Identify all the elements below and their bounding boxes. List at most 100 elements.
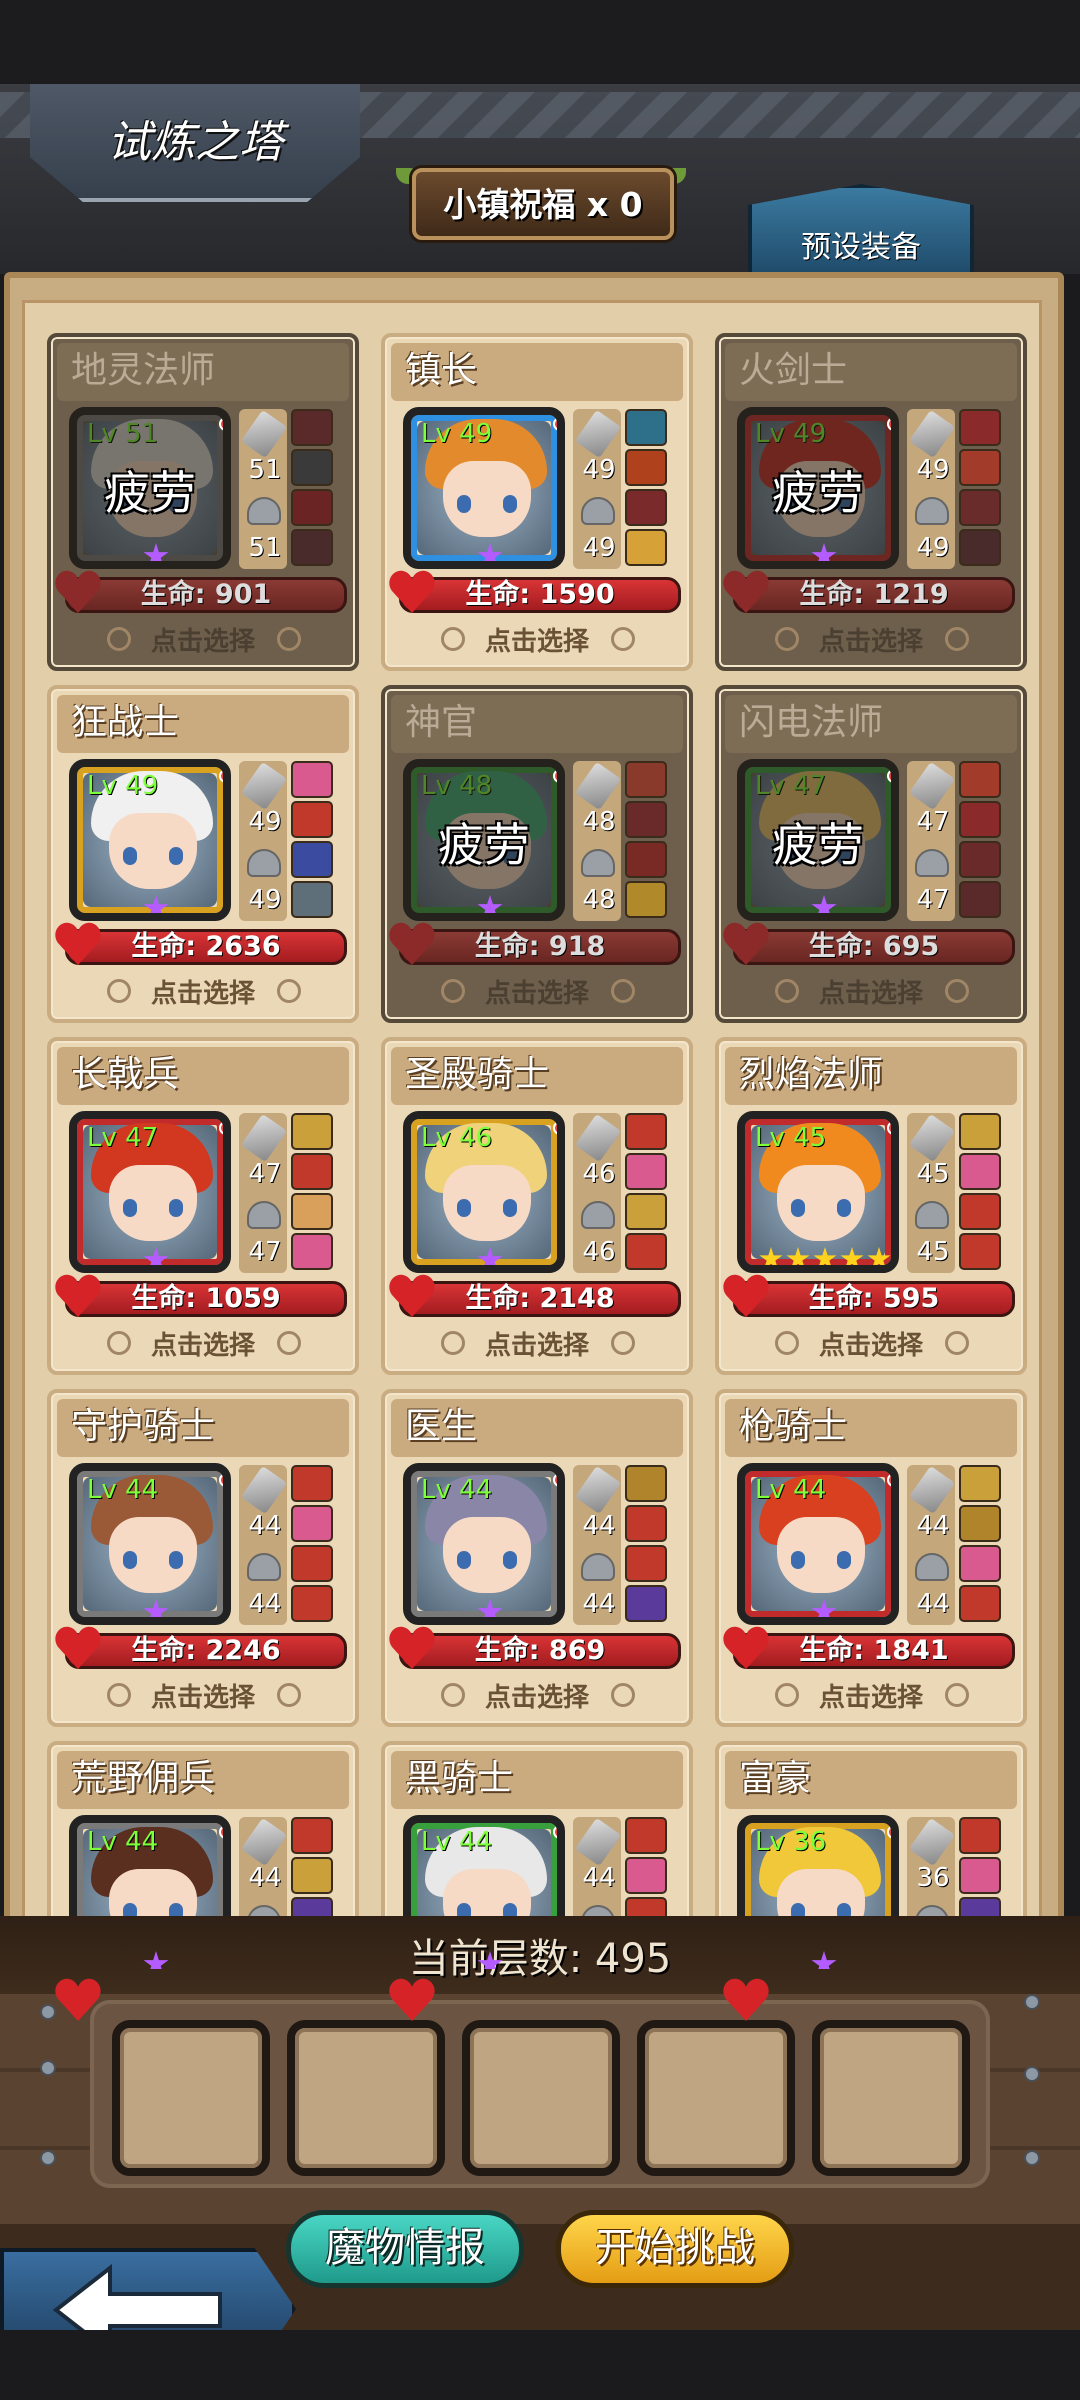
notification-dot (887, 1121, 891, 1135)
equipment-item-icon (959, 1233, 1001, 1270)
hero-card[interactable]: 火剑士Lv 49疲劳4949生命: 1219点击选择 (715, 333, 1027, 671)
weapon-level: 44 (248, 1863, 282, 1893)
equipment-item-icon (291, 1113, 333, 1150)
weapon-level: 49 (582, 455, 616, 485)
equipment-item-icon (625, 1193, 667, 1230)
notification-dot (219, 1473, 223, 1487)
select-label[interactable]: 点击选择 (719, 1677, 1023, 1714)
hero-card[interactable]: 圣殿骑士 Lv 46 46 46 生命: 2148 点击选择 (381, 1037, 693, 1375)
select-label[interactable]: 点击选择 (51, 621, 355, 658)
select-label[interactable]: 点击选择 (51, 1325, 355, 1362)
weapon-level: 44 (582, 1511, 616, 1541)
equipment-item-icon (625, 1857, 667, 1894)
select-circle-icon (277, 1683, 301, 1707)
hero-card[interactable]: 长戟兵 Lv 47 47 47 生命: 1059 点击选择 (47, 1037, 359, 1375)
weapon-level: 49 (248, 807, 282, 837)
notification-dot (219, 769, 223, 783)
equipment-item-icon (625, 841, 667, 878)
current-floor: 当前层数: 495 (408, 1936, 672, 1982)
hero-name: 神官 (391, 695, 683, 753)
equipment-items (625, 761, 669, 918)
equipment-item-icon (959, 489, 1001, 526)
hero-card[interactable]: 烈焰法师 Lv 45 45 45 生命: 595 点击选择 (715, 1037, 1027, 1375)
equipment-item-icon (959, 761, 1001, 798)
monster-info-button[interactable]: 魔物情报 (286, 2210, 524, 2288)
weapon-level: 44 (248, 1511, 282, 1541)
hero-card[interactable]: 守护骑士 Lv 44 44 44 生命: 2246 点击选择 (47, 1389, 359, 1727)
hero-eye (169, 847, 183, 865)
hero-card[interactable]: 狂战士 Lv 49 49 49 生命: 2636 点击选择 (47, 685, 359, 1023)
select-circle-icon (611, 1331, 635, 1355)
hero-eye (503, 495, 517, 513)
armor-level: 47 (248, 1237, 282, 1267)
hero-card[interactable]: 神官Lv 48疲劳4848生命: 918点击选择 (381, 685, 693, 1023)
notification-dot (887, 1825, 891, 1839)
select-label[interactable]: 点击选择 (385, 973, 689, 1010)
armor-level: 44 (248, 1589, 282, 1619)
hero-eye (503, 1199, 517, 1217)
hero-eye (837, 1199, 851, 1217)
notification-dot (553, 1473, 557, 1487)
rivet-icon (1024, 1994, 1040, 2010)
hero-level: Lv 49 (87, 771, 159, 801)
hero-eye (837, 1551, 851, 1569)
hero-face (443, 1517, 531, 1593)
select-label[interactable]: 点击选择 (385, 1677, 689, 1714)
equipment-item-icon (291, 1193, 333, 1230)
team-slot-3[interactable] (462, 2020, 620, 2176)
hp-bar: 生命: 2148 (399, 1281, 681, 1317)
armor-level: 49 (248, 885, 282, 915)
select-label[interactable]: 点击选择 (51, 973, 355, 1010)
hero-level: Lv 44 (421, 1475, 493, 1505)
equipment-items (291, 761, 335, 918)
equipment-item-icon (291, 1857, 333, 1894)
hero-portrait: Lv 44 (403, 1463, 565, 1625)
hero-name: 地灵法师 (57, 343, 349, 401)
team-slot-5[interactable] (812, 2020, 970, 2176)
helmet-icon (915, 1553, 949, 1581)
select-circle-icon (611, 627, 635, 651)
armor-level: 51 (248, 533, 282, 563)
star-icon (867, 1247, 891, 1265)
select-circle-icon (945, 979, 969, 1003)
hero-name: 富豪 (725, 1751, 1017, 1809)
equipment-item-icon (959, 881, 1001, 918)
hero-card[interactable]: 镇长 Lv 49 49 49 生命: 1590 点击选择 (381, 333, 693, 671)
hp-bar: 生命: 1219 (733, 577, 1015, 613)
hero-portrait: Lv 49 (69, 759, 231, 921)
hero-portrait: Lv 49 (403, 407, 565, 569)
select-label[interactable]: 点击选择 (385, 1325, 689, 1362)
weapon-level: 48 (582, 807, 616, 837)
hero-level: Lv 44 (421, 1827, 493, 1857)
helmet-icon (915, 849, 949, 877)
team-slot-4[interactable] (637, 2020, 795, 2176)
hero-card[interactable]: 闪电法师Lv 47疲劳4747生命: 695点击选择 (715, 685, 1027, 1023)
armor-level: 49 (916, 533, 950, 563)
select-label[interactable]: 点击选择 (719, 973, 1023, 1010)
select-label[interactable]: 点击选择 (719, 1325, 1023, 1362)
select-label[interactable]: 点击选择 (51, 1677, 355, 1714)
equipment-items (959, 1113, 1003, 1270)
page-title: 试炼之塔 (107, 117, 283, 168)
hero-card[interactable]: 医生 Lv 44 44 44 生命: 869 点击选择 (381, 1389, 693, 1727)
team-slot-1[interactable] (112, 2020, 270, 2176)
hero-name: 守护骑士 (57, 1399, 349, 1457)
select-label[interactable]: 点击选择 (385, 621, 689, 658)
hero-card[interactable]: 枪骑士 Lv 44 44 44 生命: 1841 点击选择 (715, 1389, 1027, 1727)
hero-eye (457, 1551, 471, 1569)
hero-face (777, 1517, 865, 1593)
tired-label: 疲劳 (772, 818, 864, 872)
notification-dot (219, 1825, 223, 1839)
hero-list[interactable]: 地灵法师Lv 51疲劳5151生命: 901点击选择镇长Lv 494949生命:… (22, 300, 1042, 2079)
equipment-item-icon (959, 449, 1001, 486)
notification-dot (887, 1473, 891, 1487)
equipment-item-icon (291, 881, 333, 918)
equipment-item-icon (291, 1233, 333, 1270)
hero-name: 狂战士 (57, 695, 349, 753)
select-label[interactable]: 点击选择 (719, 621, 1023, 658)
hero-card[interactable]: 地灵法师Lv 51疲劳5151生命: 901点击选择 (47, 333, 359, 671)
select-circle-icon (945, 1683, 969, 1707)
team-slot-2[interactable] (287, 2020, 445, 2176)
select-circle-icon (945, 627, 969, 651)
start-challenge-button[interactable]: 开始挑战 (556, 2210, 794, 2288)
